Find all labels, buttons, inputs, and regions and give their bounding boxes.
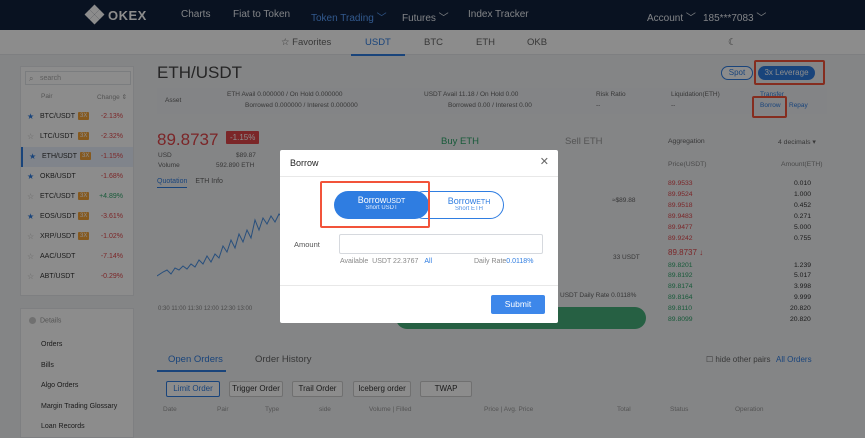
amount-input[interactable] xyxy=(339,234,543,254)
modal-title: Borrow xyxy=(290,158,319,168)
available-balance: Available USDT 22.3767 All xyxy=(340,258,433,265)
daily-rate: Daily Rate0.0118% xyxy=(474,258,534,265)
divider xyxy=(280,285,558,286)
close-icon[interactable]: ✕ xyxy=(540,155,549,168)
amount-label: Amount xyxy=(294,240,320,249)
all-link[interactable]: All xyxy=(424,258,432,265)
submit-button[interactable]: Submit xyxy=(491,295,545,314)
divider xyxy=(280,176,558,177)
borrow-modal: Borrow ✕ BorrowETH Short ETH BorrowUSDT … xyxy=(280,150,558,323)
borrow-usdt-option[interactable]: BorrowUSDT Short USDT xyxy=(334,191,429,219)
